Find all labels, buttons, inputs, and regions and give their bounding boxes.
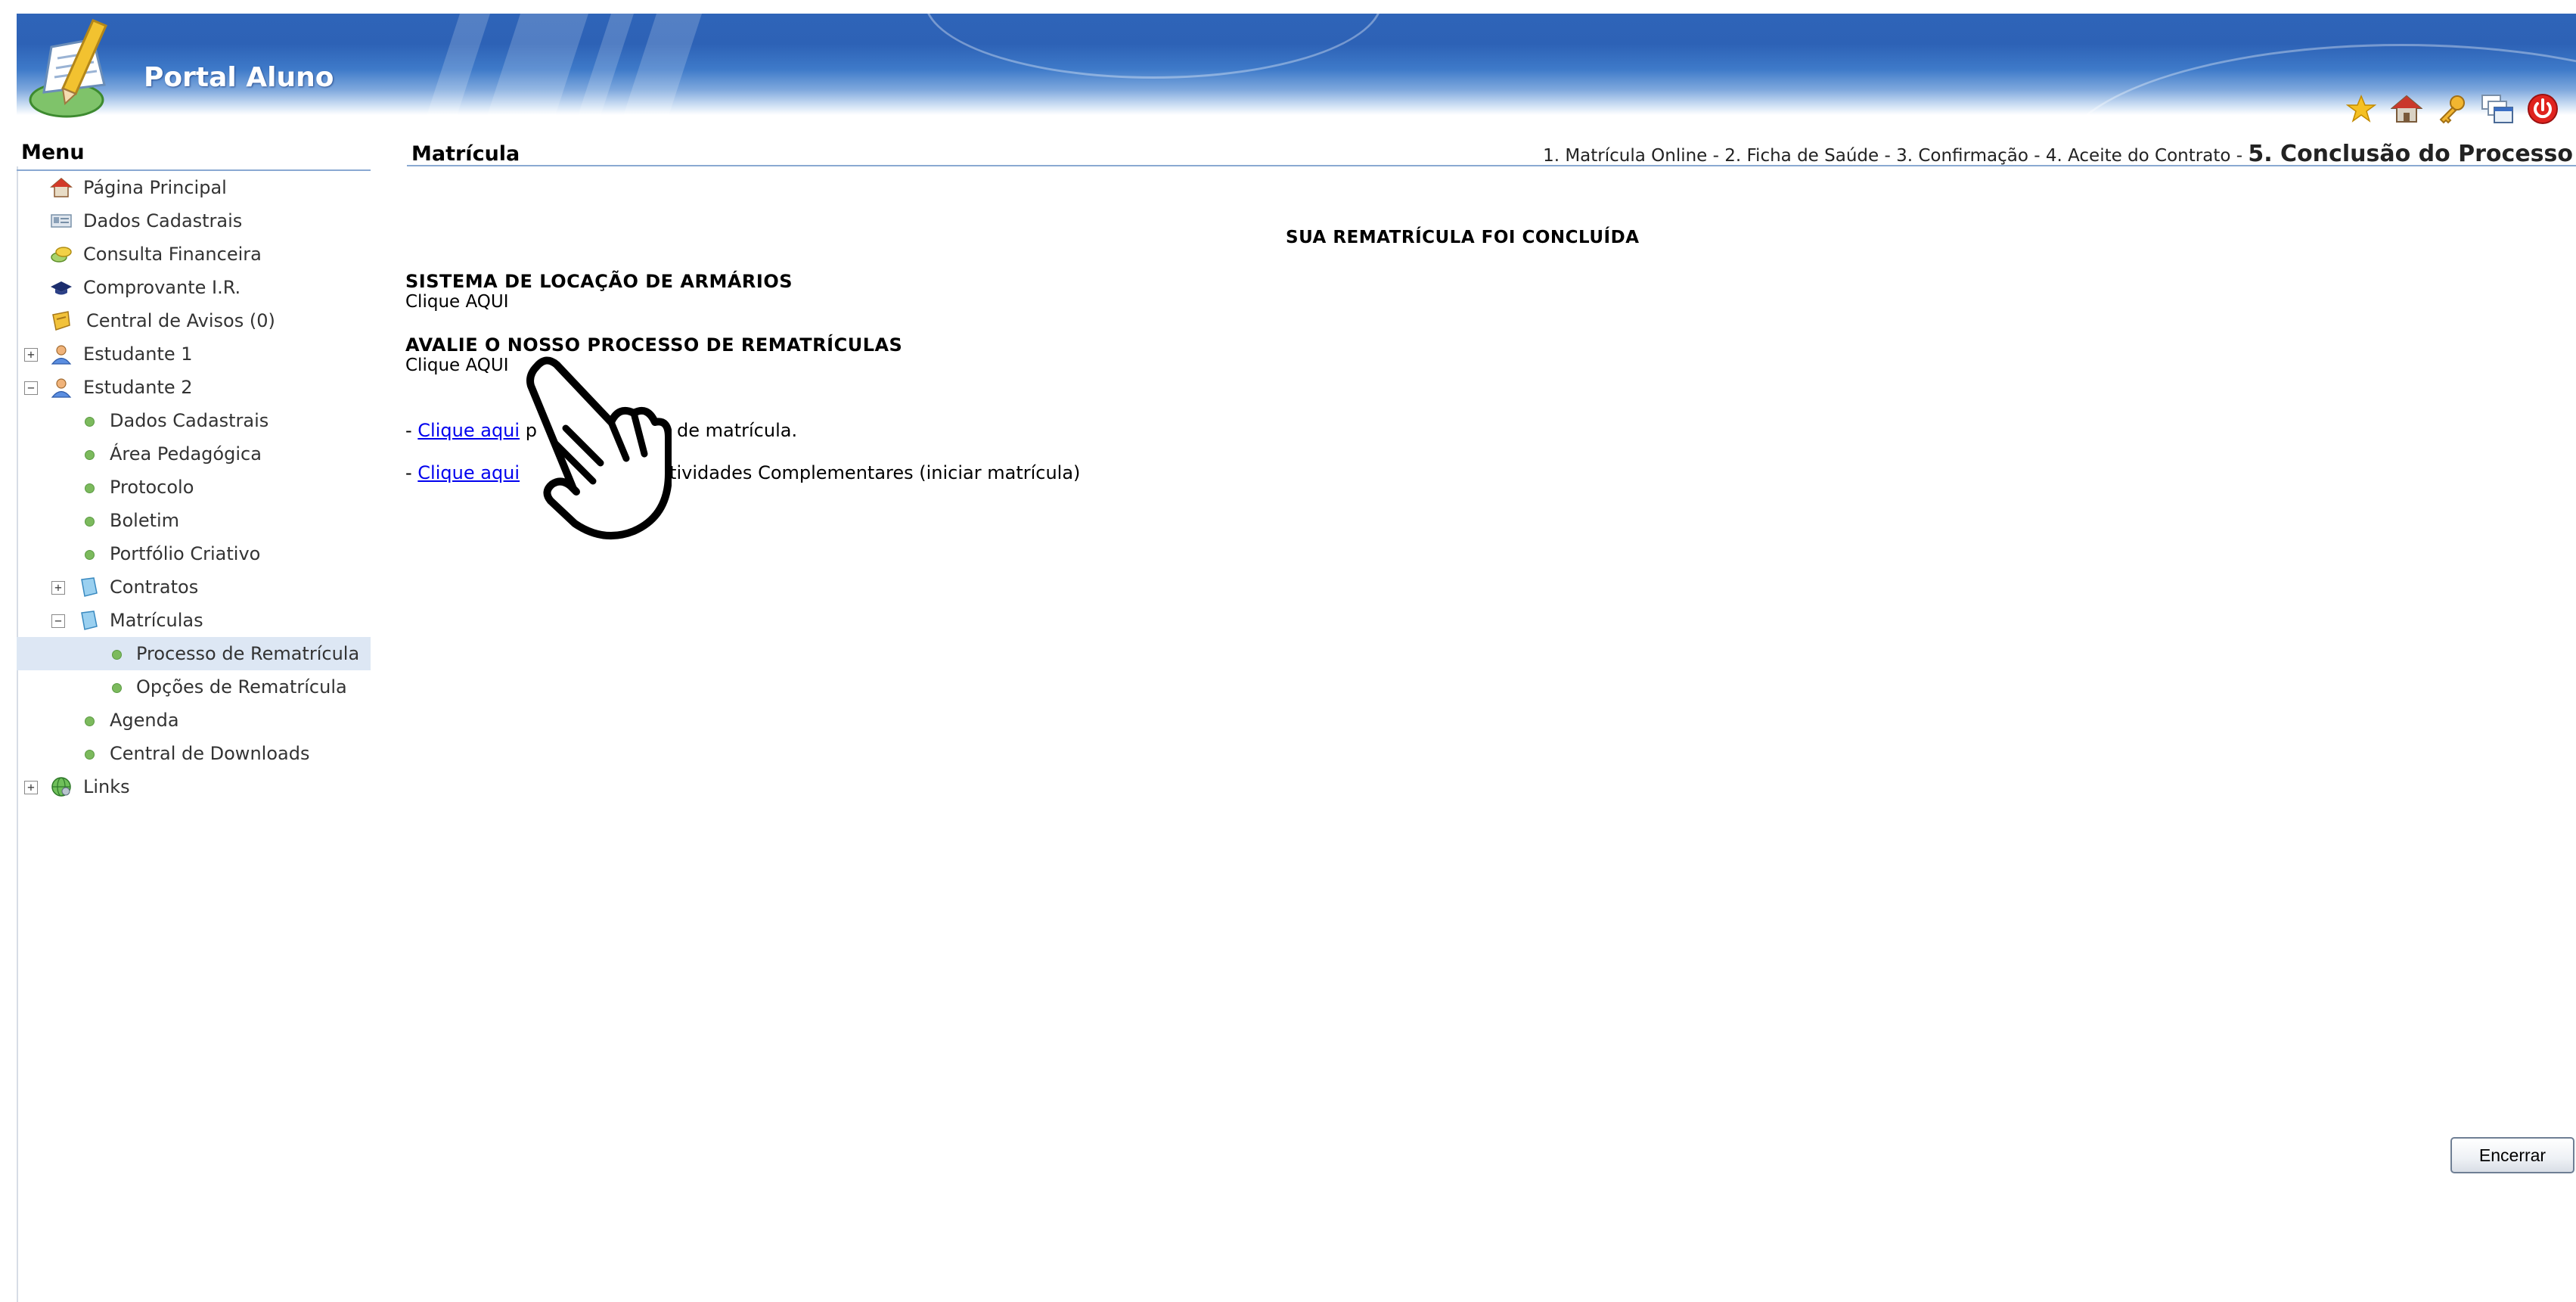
sidebar-item-links[interactable]: + Links	[17, 770, 371, 803]
sidebar-subitem-portfolio-criativo[interactable]: Portfólio Criativo	[17, 537, 371, 570]
sidebar-item-consulta-financeira[interactable]: Consulta Financeira	[17, 238, 371, 271]
bullet-icon	[85, 716, 95, 726]
sidebar-subitem-boletim[interactable]: Boletim	[17, 504, 371, 537]
graduation-cap-icon	[51, 281, 72, 295]
sidebar-subitem-dados-cadastrais[interactable]: Dados Cadastrais	[17, 404, 371, 437]
completion-message: SUA REMATRÍCULA FOI CONCLUÍDA	[1286, 228, 1640, 247]
expand-icon[interactable]: +	[51, 581, 65, 595]
close-button[interactable]: Encerrar	[2450, 1137, 2574, 1173]
home-icon	[50, 178, 73, 197]
page-title: Matrícula	[411, 142, 520, 166]
sidebar-subitem-area-pedagogica[interactable]: Área Pedagógica	[17, 437, 371, 471]
portal-title: Portal Aluno	[144, 62, 334, 93]
favorites-star-icon[interactable]	[2345, 92, 2378, 126]
steps-current: 5. Conclusão do Processo	[2248, 141, 2573, 167]
header-banner	[17, 14, 2576, 115]
bullet-icon	[85, 517, 95, 527]
sidebar-item-central-de-avisos[interactable]: Central de Avisos (0)	[17, 304, 371, 337]
money-icon	[51, 247, 72, 263]
key-icon[interactable]	[2435, 92, 2469, 126]
activities-link[interactable]: Clique aqui	[417, 462, 520, 483]
user-icon	[51, 345, 72, 365]
bullet-icon	[85, 450, 95, 460]
contract-link[interactable]: Clique aqui	[417, 420, 520, 441]
collapse-icon[interactable]: −	[51, 614, 65, 628]
bullet-icon	[112, 683, 122, 693]
document-icon	[81, 577, 98, 597]
sidebar-item-pagina-principal[interactable]: Página Principal	[17, 171, 371, 204]
power-icon[interactable]	[2526, 92, 2559, 126]
sidebar-subitem-protocolo[interactable]: Protocolo	[17, 471, 371, 504]
collapse-icon[interactable]: −	[24, 381, 38, 395]
activities-line: - Clique aqui r nas Atividades Complemen…	[405, 462, 1081, 483]
notice-icon	[52, 311, 70, 331]
header-toolbar	[2345, 92, 2559, 126]
sidebar-item-estudante-1[interactable]: + Estudante 1	[17, 337, 371, 371]
id-card-icon	[51, 214, 72, 228]
steps-completed: 1. Matrícula Online - 2. Ficha de Saúde …	[1543, 146, 2249, 166]
bullet-icon	[85, 417, 95, 427]
sidebar-subitem-processo-de-rematricula[interactable]: Processo de Rematrícula	[17, 637, 371, 670]
document-icon	[81, 611, 98, 630]
sidebar-subitem-central-de-downloads[interactable]: Central de Downloads	[17, 737, 371, 770]
bullet-icon	[85, 483, 95, 493]
content-header: Matrícula 1. Matrícula Online - 2. Ficha…	[407, 141, 2576, 167]
expand-icon[interactable]: +	[24, 348, 38, 362]
user-icon	[51, 378, 72, 398]
menu-title: Menu	[17, 138, 371, 171]
bullet-icon	[85, 550, 95, 560]
evaluate-link[interactable]: Clique AQUI	[405, 356, 509, 375]
windows-icon[interactable]	[2481, 92, 2514, 126]
sidebar-menu: Menu Página Principal Dados Cadastrais C…	[17, 138, 371, 797]
hand-pointer-cursor-icon	[526, 356, 672, 540]
lockers-title: SISTEMA DE LOCAÇÃO DE ARMÁRIOS	[405, 271, 793, 292]
expand-icon[interactable]: +	[24, 781, 38, 794]
globe-icon	[51, 777, 71, 797]
sidebar-item-dados-cadastrais[interactable]: Dados Cadastrais	[17, 204, 371, 238]
portal-logo-icon	[29, 19, 107, 118]
home-icon[interactable]	[2390, 92, 2423, 126]
sidebar-subitem-agenda[interactable]: Agenda	[17, 704, 371, 737]
process-steps: 1. Matrícula Online - 2. Ficha de Saúde …	[1543, 141, 2573, 167]
sidebar-subitem-opcoes-de-rematricula[interactable]: Opções de Rematrícula	[17, 670, 371, 704]
sidebar-item-comprovante-ir[interactable]: Comprovante I.R.	[17, 271, 371, 304]
sidebar-subitem-matriculas[interactable]: − Matrículas	[17, 604, 371, 637]
sidebar-item-estudante-2[interactable]: − Estudante 2	[17, 371, 371, 404]
sidebar-subitem-contratos[interactable]: + Contratos	[17, 570, 371, 604]
bullet-icon	[112, 650, 122, 660]
lockers-link[interactable]: Clique AQUI	[405, 292, 509, 312]
bullet-icon	[85, 750, 95, 760]
